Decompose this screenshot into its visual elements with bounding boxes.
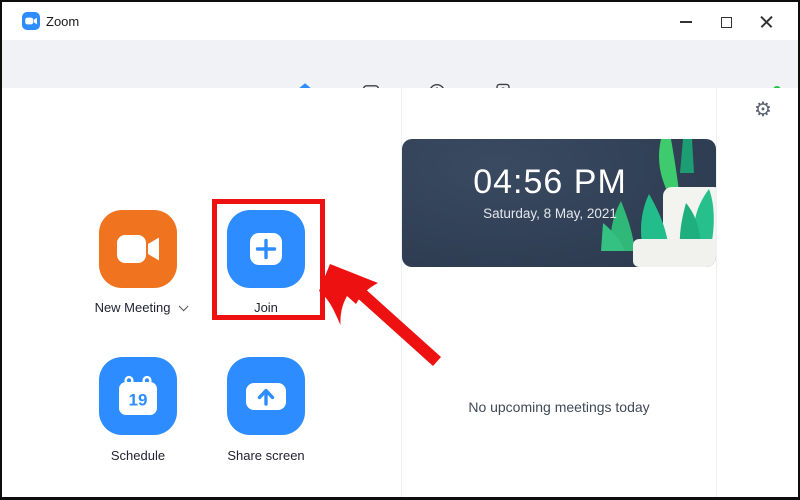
settings-gear-icon[interactable]: ⚙	[754, 100, 772, 120]
zoom-logo-icon	[22, 12, 40, 30]
zoom-window: Zoom Home Chat	[0, 0, 800, 500]
minimize-icon	[680, 21, 692, 23]
svg-text:19: 19	[129, 391, 148, 410]
share-screen-button[interactable]	[227, 357, 305, 435]
share-arrow-icon	[246, 383, 286, 410]
close-icon	[760, 16, 773, 29]
title-bar: Zoom	[2, 2, 798, 40]
minimize-button[interactable]	[670, 10, 702, 34]
clock-time: 04:56 PM	[473, 163, 627, 201]
clock-date: Saturday, 8 May, 2021	[483, 206, 617, 221]
panel-divider-right	[716, 88, 717, 497]
window-title: Zoom	[46, 14, 80, 29]
clock-text: 04:56 PM Saturday, 8 May, 2021	[402, 163, 698, 221]
schedule-button[interactable]: 19	[99, 357, 177, 435]
calendar-icon: 19	[119, 375, 157, 415]
share-screen-label[interactable]: Share screen	[186, 448, 346, 463]
maximize-icon	[720, 16, 732, 28]
no-meetings-message: No upcoming meetings today	[468, 399, 650, 415]
maximize-button[interactable]	[710, 10, 742, 34]
close-button[interactable]	[750, 10, 782, 34]
video-camera-icon	[117, 235, 159, 263]
nav-bar: Home Chat Meetings	[2, 40, 798, 118]
new-meeting-button[interactable]	[99, 210, 177, 288]
annotation-red-box	[212, 199, 325, 320]
clock-card: 04:56 PM Saturday, 8 May, 2021	[402, 139, 716, 267]
